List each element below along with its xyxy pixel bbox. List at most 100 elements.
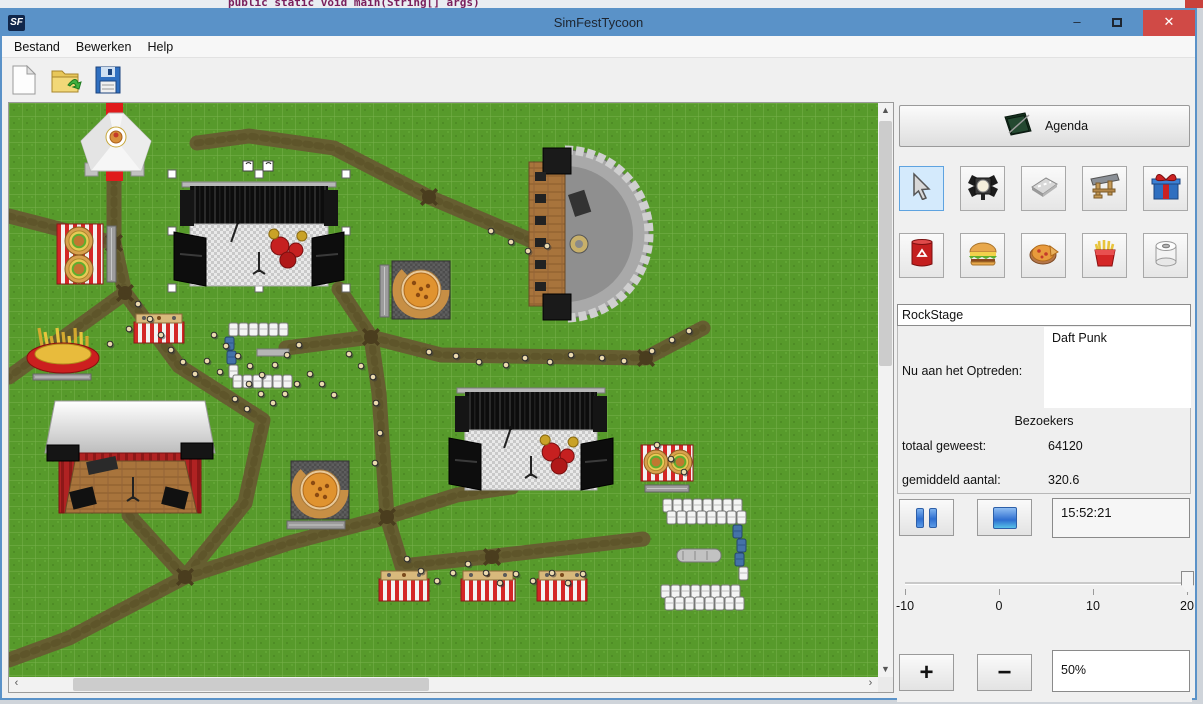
scroll-right-icon[interactable]: › [863,677,878,692]
zoom-in-button[interactable]: + [899,654,954,691]
menu-item-bewerken[interactable]: Bewerken [68,36,140,58]
map-object-striped-stand [537,571,587,601]
gift-icon [1150,171,1182,206]
tool-road-tile-button[interactable] [1021,166,1066,211]
open-folder-icon[interactable] [50,64,82,96]
speed-slider-thumb[interactable] [1181,571,1194,593]
visitor-dot [135,301,141,307]
average-visitors-label: gemiddeld aantal: [902,473,1001,487]
slider-label--10: -10 [896,599,914,613]
path-junction [177,569,193,585]
visitor-dot [294,381,300,387]
tool-row-amenities [897,233,1192,279]
save-icon[interactable] [92,64,124,96]
map-object-striped-stand [134,314,184,343]
toilet-roll-icon [1153,239,1179,272]
horizontal-scroll-thumb[interactable] [73,678,429,691]
visitor-dot [488,228,494,234]
visitor-dot [158,332,164,338]
tool-toilet-roll-button[interactable] [1143,233,1188,278]
visitor-dot [547,359,553,365]
tool-entrance-gate-button[interactable] [1082,166,1127,211]
visitor-dot [465,561,471,567]
titlebar[interactable]: SF SimFestTycoon – ✕ [2,10,1195,36]
now-performing-box: Daft Punk [1044,327,1191,408]
pause-icon [916,508,924,528]
map-horizontal-scrollbar[interactable]: ‹ › [9,677,878,692]
visitor-dot [331,392,337,398]
visitor-dot [272,362,278,368]
visitor-dot [681,469,687,475]
background-close-fragment [1185,0,1203,8]
map-object-stage [449,388,613,490]
stop-button[interactable] [977,499,1032,536]
slider-label-20: 20 [1180,599,1194,613]
spotlight-icon [968,171,998,206]
visitor-dot [530,578,536,584]
visitor-dot [599,355,605,361]
tool-burger-button[interactable] [960,233,1005,278]
visitor-dot [621,358,627,364]
fries-icon [1091,238,1119,273]
map-panel: ▲ ▼ ‹ › [8,102,894,693]
total-visitors-value: 64120 [1048,439,1083,453]
visitor-dot [126,326,132,332]
map-object-burger-table [641,445,693,492]
window-title: SimFestTycoon [2,10,1195,36]
visitor-dot [453,353,459,359]
burger-icon [967,239,999,272]
agenda-label: Agenda [1045,119,1088,133]
trash-bin-icon [909,238,935,273]
zoom-out-button[interactable]: − [977,654,1032,691]
map-object-pizza-stand [287,461,349,529]
map-vertical-scrollbar[interactable]: ▲ ▼ [878,103,893,677]
visitor-dot [246,381,252,387]
visitor-dot [211,332,217,338]
menu-item-bestand[interactable]: Bestand [6,36,68,58]
stop-icon [993,507,1017,529]
scroll-down-icon[interactable]: ▼ [878,662,893,677]
scrollbar-corner [878,677,893,692]
slider-label-10: 10 [1086,599,1100,613]
visitor-dot [497,580,503,586]
tool-row-structures [897,166,1192,212]
pause-icon [929,508,937,528]
close-button[interactable]: ✕ [1143,10,1195,36]
new-document-icon[interactable] [8,64,40,96]
speed-slider-track[interactable] [905,582,1188,585]
tool-gift-button[interactable] [1143,166,1188,211]
pause-button[interactable] [899,499,954,536]
stage-name-input[interactable]: RockStage [897,304,1191,326]
zoom-level-field[interactable]: 50% [1052,650,1190,692]
visitor-dot [180,359,186,365]
scroll-up-icon[interactable]: ▲ [878,103,893,118]
visitor-dot [668,456,674,462]
visitor-dot [346,351,352,357]
menu-item-help[interactable]: Help [139,36,181,58]
festival-map[interactable] [9,103,878,677]
visitor-dot [372,460,378,466]
visitor-dot [258,391,264,397]
maximize-button[interactable] [1097,10,1137,36]
visitor-dot [580,571,586,577]
pizza-icon [1028,240,1060,271]
path-junction [363,329,379,345]
visitor-dot [513,571,519,577]
tool-select-cursor-button[interactable] [899,166,944,211]
agenda-button[interactable]: Agenda [899,105,1190,147]
visitor-dot [282,391,288,397]
vertical-scroll-thumb[interactable] [879,121,892,366]
tool-pizza-button[interactable] [1021,233,1066,278]
visitor-dot [549,570,555,576]
visitor-dot [147,316,153,322]
visitor-dot [168,347,174,353]
tool-spotlight-button[interactable] [960,166,1005,211]
tool-trash-bin-button[interactable] [899,233,944,278]
clock-display: 15:52:21 [1052,498,1190,538]
tool-fries-button[interactable] [1082,233,1127,278]
visitor-dot [503,362,509,368]
visitors-heading: Bezoekers [898,414,1190,428]
visitor-dot [235,353,241,359]
minimize-button[interactable]: – [1057,10,1097,36]
scroll-left-icon[interactable]: ‹ [9,677,24,692]
